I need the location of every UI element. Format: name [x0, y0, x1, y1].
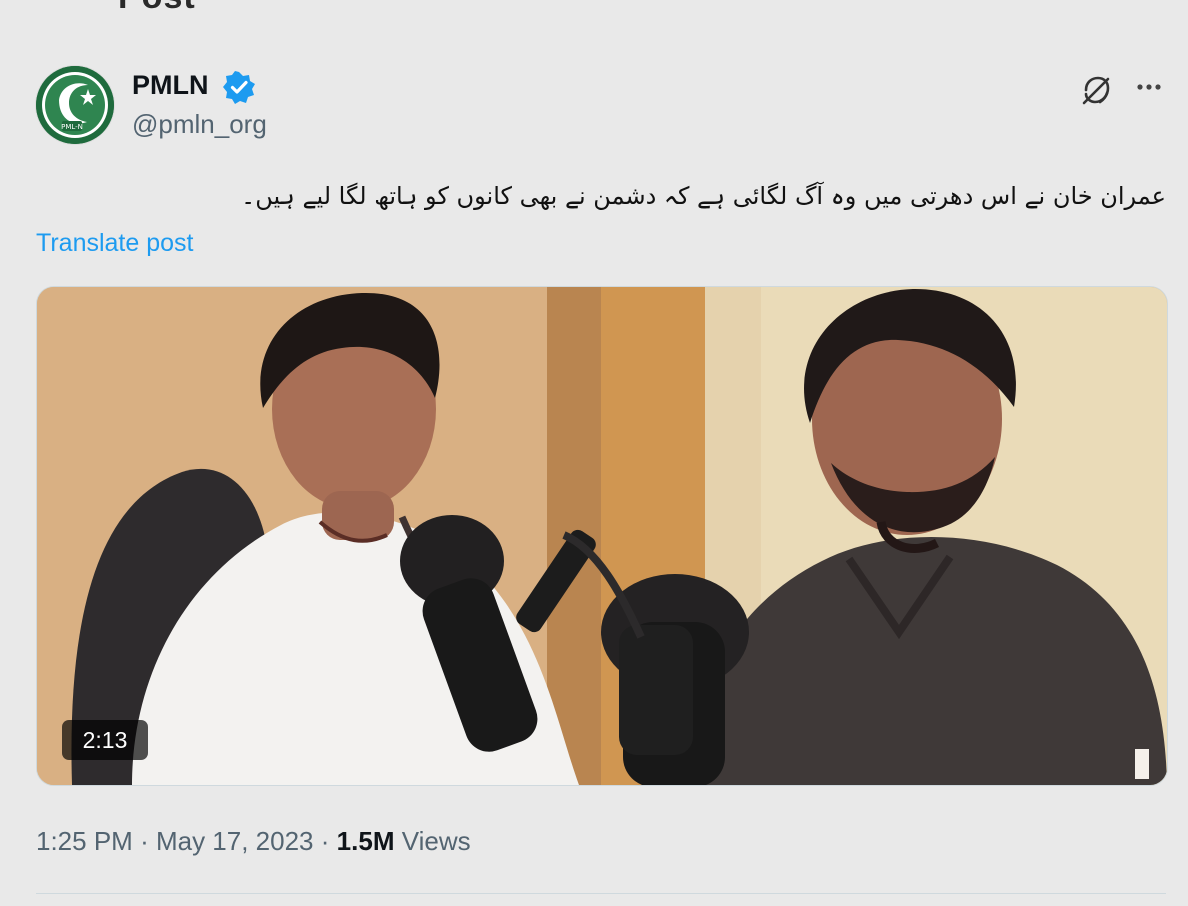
video-duration-badge: 2:13	[62, 720, 148, 760]
translate-post-link[interactable]: Translate post	[36, 226, 193, 260]
post-text: عمران خان نے اس دھرتی میں وہ آگ لگائی ہے…	[241, 182, 1166, 210]
post-date[interactable]: May 17, 2023	[156, 826, 314, 856]
grok-icon[interactable]	[1078, 72, 1114, 108]
verified-badge-icon	[222, 70, 256, 104]
views-label: Views	[401, 826, 471, 856]
post-time[interactable]: 1:25 PM	[36, 826, 133, 856]
video-player[interactable]	[36, 286, 1168, 786]
avatar-logo-text: PML-N	[61, 123, 83, 131]
post-meta: 1:25 PM · May 17, 2023 · 1.5M Views	[36, 822, 471, 860]
avatar[interactable]: PML-N	[36, 66, 114, 144]
author-handle[interactable]: @pmln_org	[132, 107, 267, 141]
page-title: Post	[118, 0, 196, 17]
meta-separator: ·	[140, 826, 149, 856]
post-detail-page: Post PML-N PMLN @pmln_org	[0, 0, 1188, 906]
author-name[interactable]: PMLN	[132, 68, 209, 102]
more-icon[interactable]	[1132, 70, 1166, 104]
meta-separator: ·	[320, 826, 330, 856]
views-count[interactable]: 1.5M	[337, 826, 395, 856]
post-divider	[36, 893, 1166, 894]
